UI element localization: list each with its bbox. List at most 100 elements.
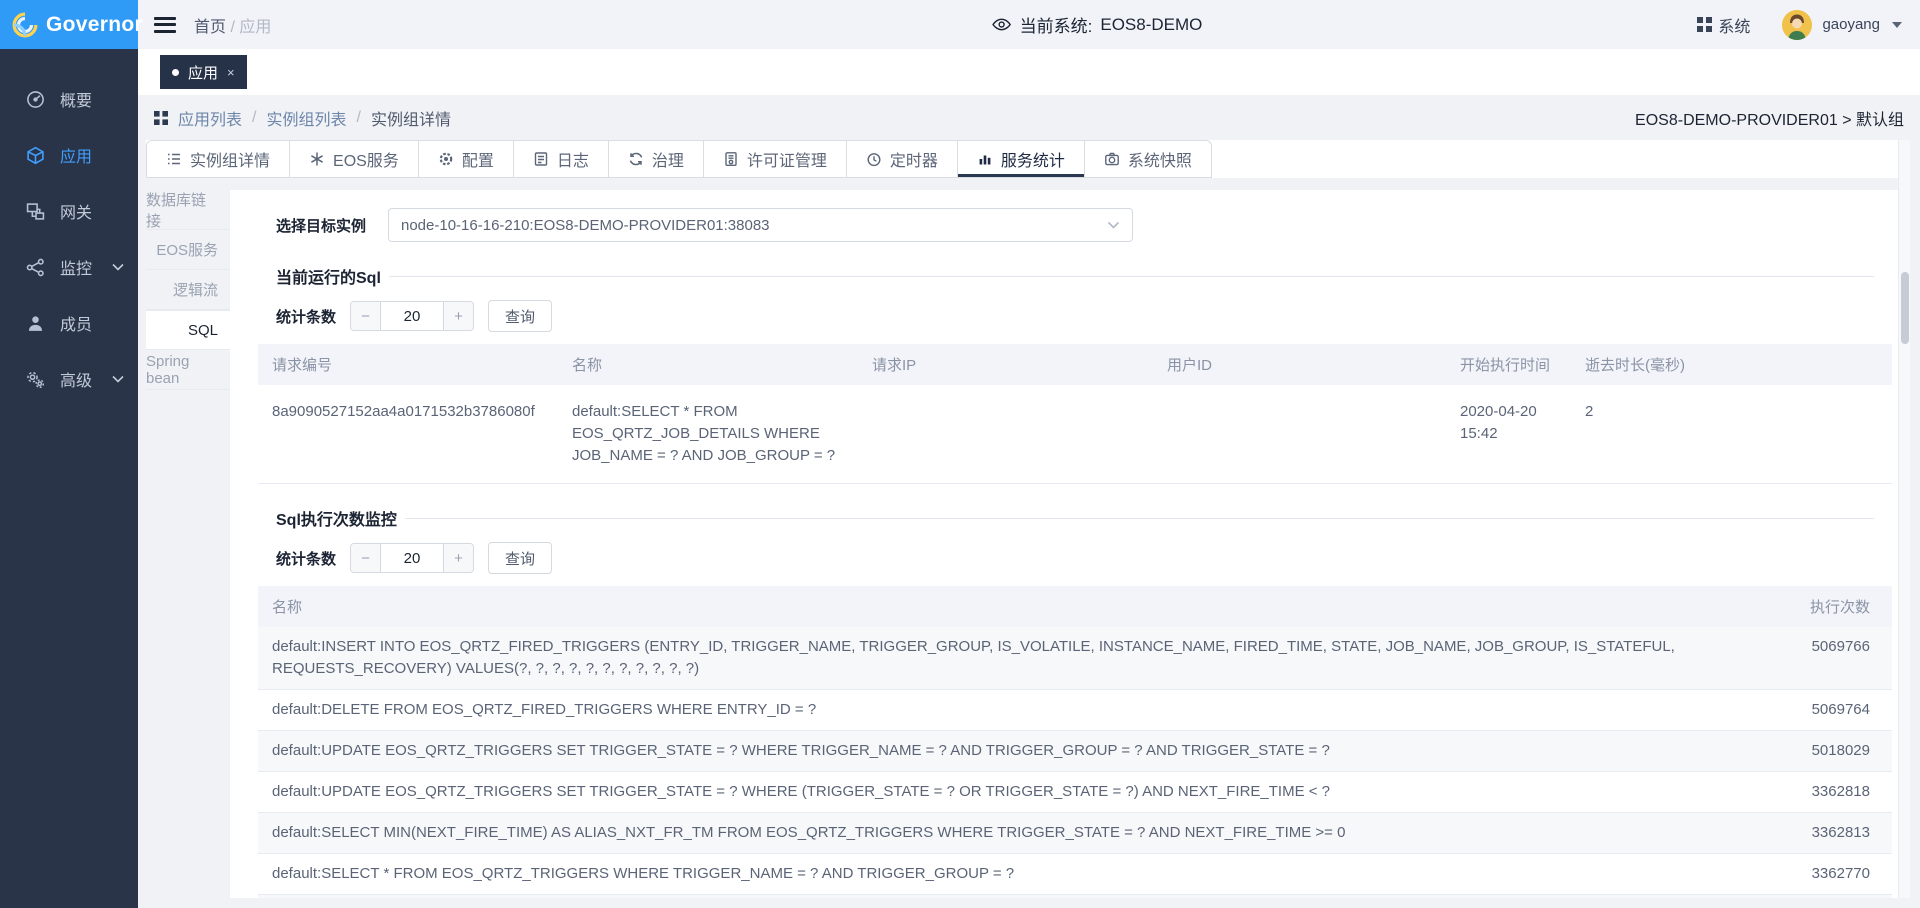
sidebar-item-gateway[interactable]: 网关: [0, 183, 138, 239]
breadcrumb-current: 应用: [239, 19, 271, 36]
table-row: default:SELECT MIN(NEXT_FIRE_TIME) AS AL…: [258, 813, 1892, 854]
gateway-icon: [26, 202, 45, 221]
license-icon: [723, 151, 739, 167]
sidebar-item-application[interactable]: 应用: [0, 127, 138, 183]
detail-tabs: 实例组详情 EOS服务 配置: [146, 140, 1904, 178]
clock-icon: [866, 151, 882, 167]
gear-icon: [438, 151, 454, 167]
subnav-db-connections[interactable]: 数据库链接: [146, 190, 230, 230]
advanced-gears-icon: [26, 370, 45, 389]
breadcrumb-instance-group-detail: 实例组详情: [371, 106, 451, 130]
chevron-down-icon: [1107, 221, 1120, 229]
list-icon: [166, 151, 182, 167]
logo-swirl-icon: [12, 12, 38, 38]
table-row: 8a9090527152aa4a0171532b3786080f default…: [258, 385, 1892, 484]
stats-subnav: 数据库链接 EOS服务 逻辑流 SQL Spring bean: [146, 190, 230, 898]
log-file-icon: [533, 151, 549, 167]
top-breadcrumb: 首页 / 应用: [194, 13, 271, 37]
avatar[interactable]: [1782, 10, 1812, 40]
subnav-sql[interactable]: SQL: [146, 310, 230, 350]
table-row: default:DELETE FROM EOS_QRTZ_FIRED_TRIGG…: [258, 690, 1892, 731]
target-instance-value: node-10-16-16-210:EOS8-DEMO-PROVIDER01:3…: [401, 217, 770, 234]
request-id-cell: 8a9090527152aa4a0171532b3786080f: [258, 385, 558, 483]
count-stepper: − +: [350, 301, 474, 331]
chevron-down-icon: [112, 263, 124, 271]
target-instance-select[interactable]: node-10-16-16-210:EOS8-DEMO-PROVIDER01:3…: [388, 208, 1133, 242]
tab-license[interactable]: 许可证管理: [704, 141, 847, 177]
bar-chart-icon: [977, 151, 993, 167]
user-id-cell: [1153, 385, 1446, 483]
stepper-minus-button[interactable]: −: [351, 544, 381, 572]
main-sidebar: 概要 应用 网关 监控: [0, 49, 138, 908]
subnav-eos-service[interactable]: EOS服务: [146, 230, 230, 270]
tab-chip-application[interactable]: 应用 ×: [160, 55, 247, 89]
scrollbar-thumb[interactable]: [1901, 272, 1909, 344]
tab-logs[interactable]: 日志: [514, 141, 609, 177]
subnav-logic-flow[interactable]: 逻辑流: [146, 270, 230, 310]
query-button[interactable]: 查询: [488, 300, 552, 332]
start-time-cell: 2020-04-20 15:42: [1446, 385, 1571, 483]
sidebar-item-label: 监控: [60, 255, 92, 279]
breadcrumb-home[interactable]: 首页: [194, 19, 226, 36]
count-input[interactable]: [381, 302, 443, 330]
sidebar-item-label: 应用: [60, 143, 92, 167]
table-row: default:UPDATE EOS_QRTZ_TRIGGERS SET TRI…: [258, 731, 1892, 772]
table-row: default:UPDATE EOS_QRTZ_TRIGGERS SET TRI…: [258, 772, 1892, 813]
breadcrumb-instance-group-list[interactable]: 实例组列表: [266, 106, 346, 130]
top-bar: Governor 首页 / 应用 当前系统: EOS8-DEMO: [0, 0, 1920, 49]
tab-chip-label: 应用: [188, 62, 218, 83]
running-sql-section-title: 当前运行的Sql: [276, 264, 1874, 288]
sidebar-item-advanced[interactable]: 高级: [0, 351, 138, 407]
sidebar-item-members[interactable]: 成员: [0, 295, 138, 351]
sidebar-item-overview[interactable]: 概要: [0, 71, 138, 127]
table-row: default:INSERT INTO EOS_QRTZ_FIRED_TRIGG…: [258, 627, 1892, 690]
dashboard-icon: [26, 90, 45, 109]
camera-icon: [1104, 151, 1120, 167]
current-system-value: EOS8-DEMO: [1100, 15, 1202, 35]
count-label: 统计条数: [276, 306, 336, 327]
tab-service-stats[interactable]: 服务统计: [958, 141, 1085, 177]
table-row: default:SELECT TRIGGER_LISTENER FROM EOS…: [258, 895, 1892, 898]
system-menu[interactable]: 系统: [1697, 13, 1750, 37]
logo-text: Governor: [46, 13, 143, 37]
table-row: default:SELECT * FROM EOS_QRTZ_TRIGGERS …: [258, 854, 1892, 895]
stepper-minus-button[interactable]: −: [351, 302, 381, 330]
sidebar-item-monitor[interactable]: 监控: [0, 239, 138, 295]
service-stats-panel: 数据库链接 EOS服务 逻辑流 SQL Spring bean 选择目标实例 n…: [146, 190, 1904, 898]
current-system-label: 当前系统:: [1020, 12, 1093, 37]
query-button[interactable]: 查询: [488, 542, 552, 574]
context-label: EOS8-DEMO-PROVIDER01 > 默认组: [1635, 106, 1904, 130]
tab-eos-service[interactable]: EOS服务: [290, 141, 419, 177]
subnav-spring-bean[interactable]: Spring bean: [146, 350, 230, 390]
breadcrumb-app-list[interactable]: 应用列表: [178, 106, 242, 130]
vertical-scrollbar[interactable]: [1898, 140, 1910, 898]
tab-config[interactable]: 配置: [419, 141, 514, 177]
sql-count-section-title: Sql执行次数监控: [276, 506, 1874, 530]
count-input[interactable]: [381, 544, 443, 572]
tab-governance[interactable]: 治理: [609, 141, 704, 177]
target-instance-label: 选择目标实例: [276, 215, 388, 236]
username[interactable]: gaoyang: [1822, 16, 1880, 33]
grid-icon: [1697, 17, 1712, 32]
app-logo[interactable]: Governor: [0, 0, 138, 49]
sql-count-table: 名称 执行次数 default:INSERT INTO EOS_QRTZ_FIR…: [258, 586, 1892, 898]
stepper-plus-button[interactable]: +: [443, 544, 473, 572]
asterisk-icon: [309, 151, 325, 167]
tab-system-snapshot[interactable]: 系统快照: [1085, 141, 1211, 177]
elapsed-cell: 2: [1571, 385, 1892, 483]
user-caret-down-icon[interactable]: [1892, 22, 1902, 28]
eye-icon: [992, 17, 1012, 32]
open-tabs-strip: 应用 ×: [138, 49, 1920, 95]
close-icon[interactable]: ×: [227, 65, 235, 80]
menu-collapse-icon[interactable]: [154, 17, 176, 33]
sidebar-item-label: 网关: [60, 199, 92, 223]
running-sql-table: 请求编号 名称 请求IP 用户ID 开始执行时间 逝去时长(毫秒) 8a9090…: [258, 344, 1892, 484]
tab-instance-group-detail[interactable]: 实例组详情: [147, 141, 290, 177]
sql-name-cell: default:SELECT * FROM EOS_QRTZ_JOB_DETAI…: [558, 385, 858, 483]
monitor-nodes-icon: [26, 258, 45, 277]
tab-timer[interactable]: 定时器: [847, 141, 958, 177]
count-stepper: − +: [350, 543, 474, 573]
stepper-plus-button[interactable]: +: [443, 302, 473, 330]
refresh-arrows-icon: [628, 151, 644, 167]
table-header: 请求编号 名称 请求IP 用户ID 开始执行时间 逝去时长(毫秒): [258, 344, 1892, 385]
